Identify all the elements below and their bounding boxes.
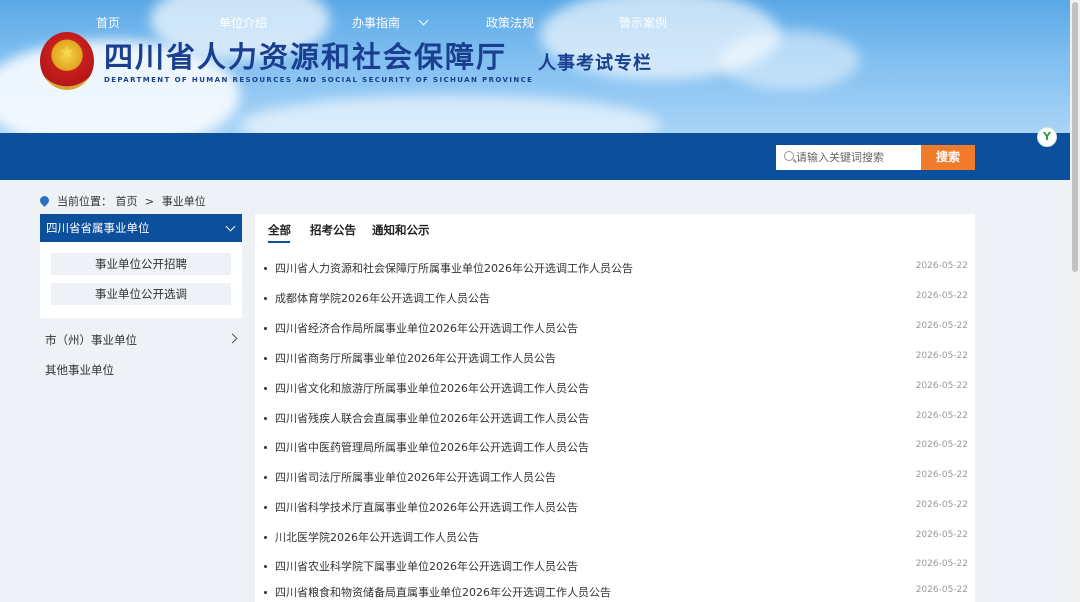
nav-service-guide[interactable]: 办事指南 [352, 0, 429, 47]
bullet-icon [264, 591, 267, 594]
bullet-icon [264, 297, 267, 300]
list-item[interactable]: 四川省经济合作局所属事业单位2026年公开选调工作人员公告 2026-05-22 [264, 320, 968, 338]
national-emblem-icon [40, 32, 94, 90]
floating-assistant-icon[interactable]: Y [1037, 127, 1057, 147]
list-item[interactable]: 四川省中医药管理局所属事业单位2026年公开选调工作人员公告 2026-05-22 [264, 439, 968, 457]
sidebar-sub-recruitment[interactable]: 事业单位公开招聘 [51, 253, 231, 275]
list-item[interactable]: 四川省人力资源和社会保障厅所属事业单位2026年公开选调工作人员公告 2026-0… [264, 260, 968, 278]
breadcrumb: 当前位置： 首页 > 事业单位 [38, 193, 206, 209]
bullet-icon [264, 327, 267, 330]
bullet-icon [264, 565, 267, 568]
list-item[interactable]: 四川省科学技术厅直属事业单位2026年公开选调工作人员公告 2026-05-22 [264, 499, 968, 517]
bullet-icon [264, 417, 267, 420]
column-title: 人事考试专栏 [538, 53, 652, 74]
nav-warning-cases[interactable]: 警示案例 [619, 0, 667, 47]
bullet-icon [264, 536, 267, 539]
site-subtitle: DEPARTMENT OF HUMAN RESOURCES AND SOCIAL… [104, 76, 534, 84]
nav-home[interactable]: 首页 [96, 0, 120, 47]
breadcrumb-current: 事业单位 [161, 195, 206, 208]
sidebar-sub-transfer[interactable]: 事业单位公开选调 [51, 283, 231, 305]
sidebar-item-other[interactable]: 其他事业单位 [45, 362, 114, 378]
sidebar-item-city[interactable]: 市（州）事业单位 [45, 332, 238, 348]
breadcrumb-home[interactable]: 首页 [116, 195, 138, 208]
chevron-right-icon [227, 333, 238, 344]
tab-notices-and-publicity[interactable]: 通知和公示 [372, 222, 430, 238]
site-title: 四川省人力资源和社会保障厅 [104, 40, 508, 74]
list-item[interactable]: 四川省残疾人联合会直属事业单位2026年公开选调工作人员公告 2026-05-22 [264, 410, 968, 428]
bullet-icon [264, 446, 267, 449]
chevron-down-icon [418, 15, 429, 26]
nav-policies[interactable]: 政策法规 [486, 0, 534, 47]
chevron-down-icon [225, 221, 236, 232]
location-pin-icon [38, 194, 51, 207]
scrollbar-thumb[interactable] [1072, 2, 1078, 272]
list-item[interactable]: 四川省文化和旅游厅所属事业单位2026年公开选调工作人员公告 2026-05-22 [264, 380, 968, 398]
nav-unit-intro[interactable]: 单位介绍 [219, 0, 267, 47]
list-item[interactable]: 四川省农业科学院下属事业单位2026年公开选调工作人员公告 2026-05-22 [264, 558, 968, 576]
list-item[interactable]: 川北医学院2026年公开选调工作人员公告 2026-05-22 [264, 529, 968, 547]
list-item[interactable]: 四川省粮食和物资储备局直属事业单位2026年公开选调工作人员公告 2026-05-… [264, 584, 968, 602]
bullet-icon [264, 387, 267, 390]
bullet-icon [264, 267, 267, 270]
list-item[interactable]: 四川省商务厅所属事业单位2026年公开选调工作人员公告 2026-05-22 [264, 350, 968, 368]
tab-recruitment-notices[interactable]: 招考公告 [310, 222, 356, 238]
sidebar-head-provincial[interactable]: 四川省省属事业单位 [40, 214, 242, 242]
bullet-icon [264, 506, 267, 509]
active-tab-indicator [268, 241, 290, 243]
breadcrumb-prefix: 当前位置： [57, 195, 112, 208]
search-input[interactable] [796, 145, 918, 170]
search-icon [784, 151, 794, 161]
breadcrumb-separator: > [145, 195, 155, 208]
search-button[interactable]: 搜索 [921, 145, 975, 170]
bullet-icon [264, 476, 267, 479]
list-item[interactable]: 四川省司法厅所属事业单位2026年公开选调工作人员公告 2026-05-22 [264, 469, 968, 487]
bullet-icon [264, 357, 267, 360]
tab-all[interactable]: 全部 [268, 222, 291, 238]
list-item[interactable]: 成都体育学院2026年公开选调工作人员公告 2026-05-22 [264, 290, 968, 308]
